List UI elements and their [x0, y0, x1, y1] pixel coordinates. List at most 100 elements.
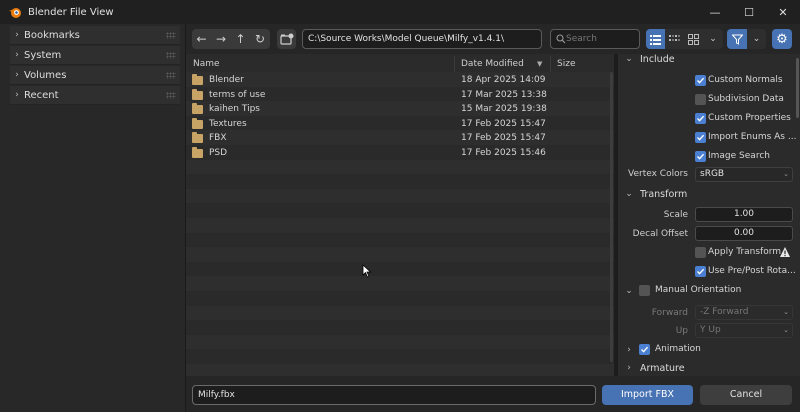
list-row-background — [186, 291, 614, 306]
minimize-button[interactable]: — — [698, 0, 732, 24]
chevron-right-icon: › — [15, 30, 19, 40]
close-button[interactable]: ✕ — [766, 0, 800, 24]
column-header-name[interactable]: Name — [193, 56, 220, 72]
checkmark-icon — [697, 77, 705, 84]
sidebar-panel-volumes[interactable]: › Volumes — [10, 66, 180, 85]
sidebar-panel-label: System — [24, 49, 62, 61]
file-name: kaihen Tips — [209, 104, 260, 114]
subdivision-data-checkbox[interactable] — [695, 94, 706, 105]
list-row-background — [186, 349, 614, 364]
list-row-background — [186, 276, 614, 291]
sidebar: › Bookmarks › System › Volumes › Recent — [0, 24, 186, 412]
sidebar-panel-system[interactable]: › System — [10, 46, 180, 65]
parent-directory-button[interactable]: ↑ — [231, 29, 250, 49]
file-name: Blender — [209, 75, 244, 85]
manual-orientation-checkbox[interactable] — [639, 285, 650, 296]
folder-icon — [192, 131, 203, 143]
file-row[interactable]: PSD 17 Feb 2025 15:46 — [192, 146, 612, 160]
file-row[interactable]: terms of use 17 Mar 2025 13:38 — [192, 88, 612, 102]
file-date: 15 Mar 2025 19:38 — [461, 104, 547, 114]
up-axis-value: Y Up — [700, 325, 721, 335]
import-fbx-button[interactable]: Import FBX — [602, 385, 693, 405]
filter-settings-dropdown[interactable]: ⌄ — [747, 29, 766, 49]
funnel-icon — [731, 34, 743, 45]
forward-axis-dropdown[interactable]: -Z Forward ⌄ — [695, 305, 793, 320]
column-divider[interactable] — [454, 56, 455, 72]
use-prepost-rotation-checkbox[interactable] — [695, 266, 706, 277]
list-row-background — [186, 261, 614, 277]
apply-transform-checkbox[interactable] — [695, 247, 706, 258]
options-settings-button[interactable]: ⚙ — [772, 29, 792, 49]
drag-grip-icon[interactable] — [166, 32, 176, 39]
maximize-button[interactable]: ☐ — [732, 0, 766, 24]
checkmark-icon — [697, 115, 705, 122]
filter-toggle-button[interactable] — [727, 29, 747, 49]
chevron-right-icon: › — [15, 50, 19, 60]
list-row-background — [186, 364, 614, 376]
refresh-button[interactable]: ↻ — [250, 29, 270, 49]
scrollbar-thumb[interactable] — [610, 72, 613, 362]
filter-group: ⌄ — [727, 29, 766, 49]
thumbnail-view-button[interactable] — [684, 29, 703, 49]
new-folder-button[interactable] — [277, 29, 296, 49]
decal-offset-input[interactable]: 0.00 — [695, 226, 793, 241]
file-date: 18 Apr 2025 14:09 — [461, 75, 546, 85]
horizontal-list-view-button[interactable] — [665, 29, 684, 49]
directory-path-input[interactable]: C:\Source Works\Model Queue\Milfy_v1.4.1… — [302, 29, 542, 49]
sidebar-panel-label: Recent — [24, 89, 59, 101]
import-enums-checkbox[interactable] — [695, 132, 706, 143]
file-name: terms of use — [209, 90, 266, 100]
custom-properties-label: Custom Properties — [708, 113, 791, 123]
drag-grip-icon[interactable] — [166, 52, 176, 59]
column-divider[interactable] — [550, 56, 551, 72]
search-field[interactable] — [550, 29, 640, 49]
section-transform-header[interactable]: ⌄ Transform — [618, 185, 800, 203]
file-list-scrollbar[interactable] — [609, 72, 614, 372]
vertical-list-view-button[interactable] — [646, 29, 665, 49]
options-scrollbar[interactable] — [796, 58, 799, 118]
warning-icon — [780, 247, 790, 257]
filename-input[interactable]: Milfy.fbx — [192, 385, 596, 405]
title-bar: Blender File View — ☐ ✕ — [0, 0, 800, 24]
file-row[interactable]: Blender 18 Apr 2025 14:09 — [192, 73, 612, 87]
chevron-down-icon: ⌄ — [625, 54, 633, 64]
animation-checkbox[interactable] — [639, 344, 650, 355]
checkmark-icon — [697, 134, 705, 141]
horizontal-list-icon — [669, 34, 680, 41]
drag-grip-icon[interactable] — [166, 72, 176, 79]
up-axis-dropdown[interactable]: Y Up ⌄ — [695, 323, 793, 338]
drag-grip-icon[interactable] — [166, 92, 176, 99]
forward-button[interactable]: → — [211, 29, 231, 49]
chevron-down-icon: ⌄ — [783, 308, 789, 316]
vertex-colors-dropdown[interactable]: sRGB ⌄ — [695, 167, 793, 182]
custom-properties-checkbox[interactable] — [695, 113, 706, 124]
list-row-background — [186, 174, 614, 189]
image-search-checkbox[interactable] — [695, 151, 706, 162]
sidebar-panel-recent[interactable]: › Recent — [10, 86, 180, 105]
sidebar-panel-bookmarks[interactable]: › Bookmarks — [10, 26, 180, 45]
display-settings-dropdown[interactable]: ⌄ — [703, 29, 723, 49]
sort-descending-icon: ▼ — [537, 60, 543, 68]
scale-input[interactable]: 1.00 — [695, 207, 793, 222]
section-include-header[interactable]: ⌄ Include — [618, 54, 800, 68]
thumbnail-grid-icon — [688, 33, 699, 45]
list-view-icon — [650, 34, 661, 45]
file-row[interactable]: kaihen Tips 15 Mar 2025 19:38 — [192, 102, 612, 116]
checkmark-icon — [697, 268, 705, 275]
import-enums-label: Import Enums As ... — [708, 132, 797, 142]
cancel-button[interactable]: Cancel — [700, 385, 792, 405]
file-row[interactable]: Textures 17 Feb 2025 15:47 — [192, 117, 612, 131]
column-header-size[interactable]: Size — [557, 56, 575, 72]
folder-icon — [192, 117, 203, 129]
file-row[interactable]: FBX 17 Feb 2025 15:47 — [192, 131, 612, 145]
search-input[interactable] — [566, 34, 636, 44]
custom-normals-checkbox[interactable] — [695, 75, 706, 86]
list-row-background — [186, 334, 614, 350]
back-button[interactable]: ← — [192, 29, 211, 49]
section-armature-header[interactable]: › Armature — [618, 359, 800, 376]
file-date: 17 Feb 2025 15:47 — [461, 133, 546, 143]
bottom-bar: Milfy.fbx Import FBX Cancel — [186, 376, 800, 412]
subdivision-data-label: Subdivision Data — [708, 94, 784, 104]
folder-icon — [192, 146, 203, 158]
column-header-date[interactable]: Date Modified — [461, 56, 524, 72]
